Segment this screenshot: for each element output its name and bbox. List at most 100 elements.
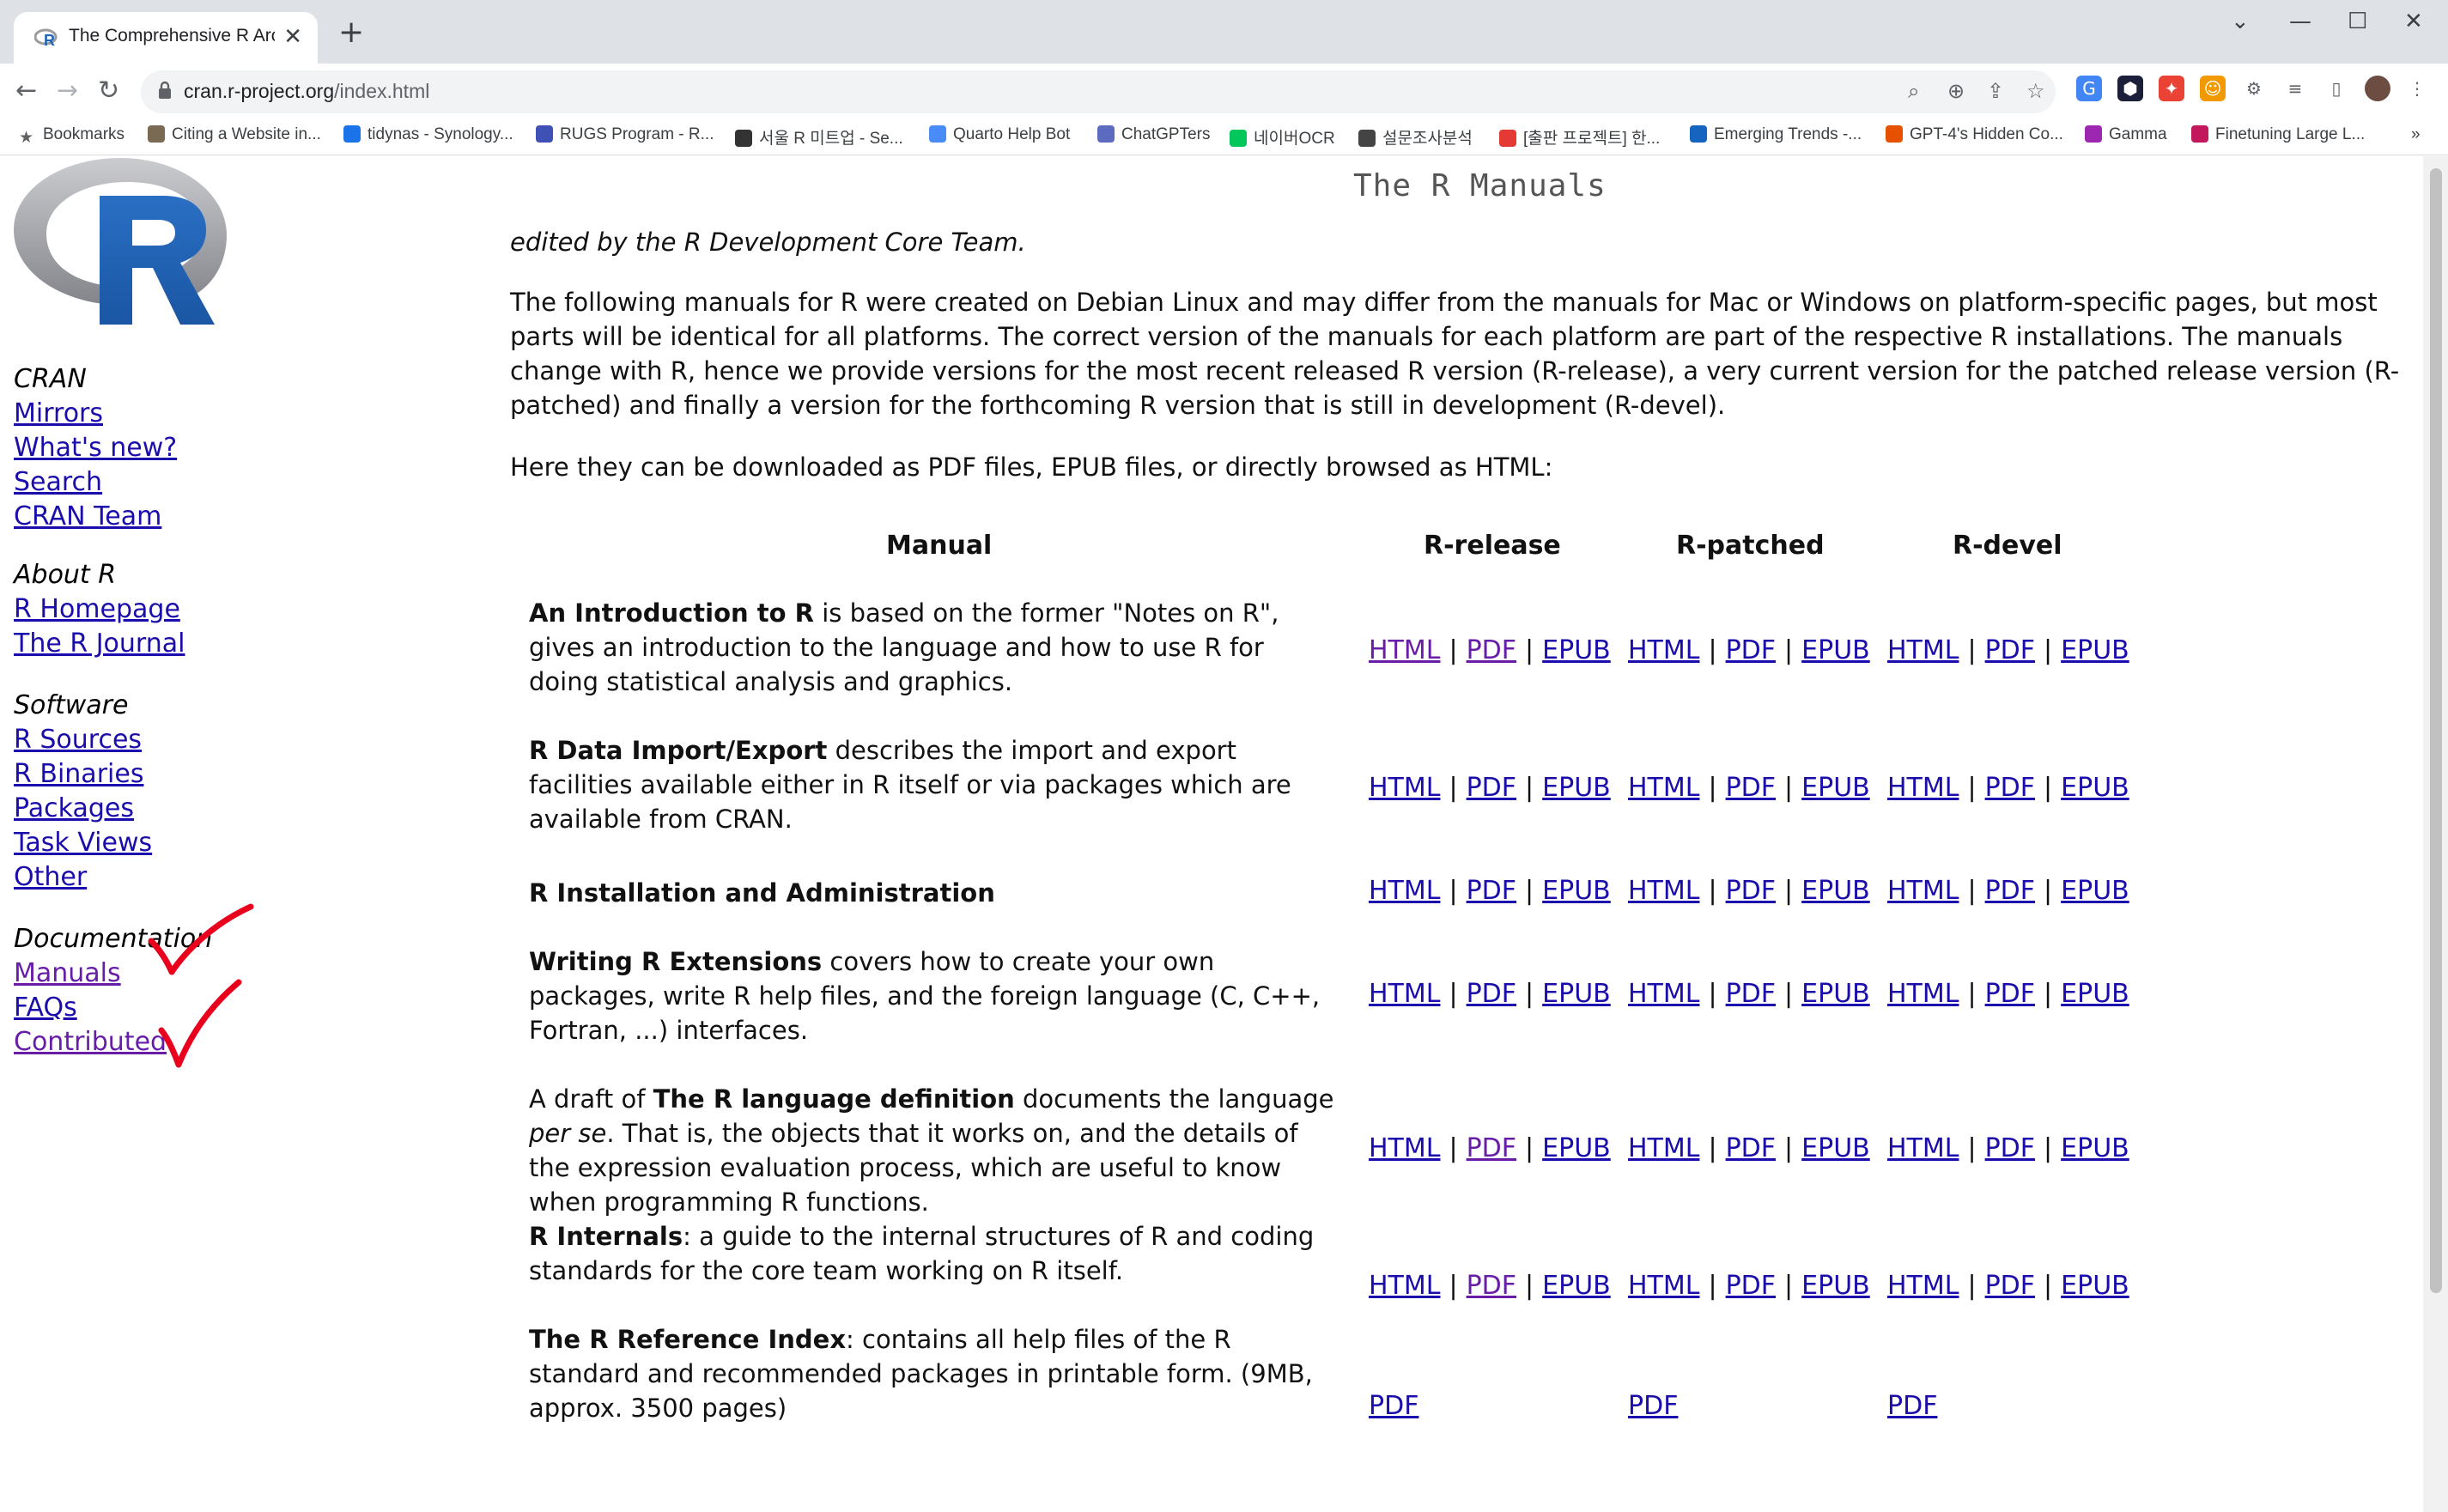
translate-extension-icon[interactable]: G bbox=[2076, 76, 2102, 101]
extension-icon[interactable]: ⬢ bbox=[2117, 76, 2143, 101]
sidebar-link-r-sources[interactable]: R Sources bbox=[14, 723, 152, 757]
epub-link[interactable]: EPUB bbox=[1542, 979, 1611, 1009]
reload-icon[interactable]: ↻ bbox=[98, 76, 119, 106]
bookmark-item[interactable]: GPT-4's Hidden Co... bbox=[1886, 125, 2063, 144]
epub-link[interactable]: EPUB bbox=[1801, 635, 1870, 665]
bookmark-item[interactable]: Finetuning Large L... bbox=[2191, 125, 2365, 144]
epub-link[interactable]: EPUB bbox=[1542, 1133, 1611, 1163]
bookmark-item[interactable]: Gamma bbox=[2085, 125, 2167, 144]
epub-link[interactable]: EPUB bbox=[2061, 1271, 2129, 1301]
close-tab-icon[interactable]: ✕ bbox=[283, 24, 302, 50]
active-tab[interactable]: R The Comprehensive R Archive N ✕ bbox=[14, 12, 318, 64]
epub-link[interactable]: EPUB bbox=[1801, 979, 1870, 1009]
epub-link[interactable]: EPUB bbox=[2061, 979, 2129, 1009]
sidebar-link-cran-team[interactable]: CRAN Team bbox=[14, 500, 177, 534]
bookmark-item[interactable]: [출판 프로젝트] 한... bbox=[1499, 125, 1660, 149]
html-link[interactable]: HTML bbox=[1887, 979, 1959, 1009]
pdf-link[interactable]: PDF bbox=[1726, 876, 1776, 906]
pdf-link[interactable]: PDF bbox=[1726, 979, 1776, 1009]
epub-link[interactable]: EPUB bbox=[1542, 773, 1611, 803]
html-link[interactable]: HTML bbox=[1628, 635, 1699, 665]
zoom-icon[interactable]: ⊕ bbox=[1947, 79, 1965, 103]
more-bookmarks-icon[interactable]: » bbox=[2411, 125, 2421, 144]
html-link[interactable]: HTML bbox=[1887, 876, 1959, 906]
html-link[interactable]: HTML bbox=[1369, 876, 1440, 906]
share-icon[interactable]: ⇪ bbox=[1987, 79, 2004, 103]
html-link[interactable]: HTML bbox=[1369, 1133, 1440, 1163]
epub-link[interactable]: EPUB bbox=[1801, 1271, 1870, 1301]
html-link[interactable]: HTML bbox=[1887, 635, 1959, 665]
sidebar-link-mirrors[interactable]: Mirrors bbox=[14, 397, 177, 431]
back-icon[interactable]: ← bbox=[15, 76, 37, 106]
pdf-link[interactable]: PDF bbox=[1985, 1271, 2035, 1301]
bookmark-item[interactable]: tidynas - Synology... bbox=[343, 125, 513, 144]
bookmarks-folder[interactable]: ★ Bookmarks bbox=[19, 125, 125, 147]
epub-link[interactable]: EPUB bbox=[2061, 876, 2129, 906]
reading-list-icon[interactable]: ≡ bbox=[2282, 76, 2308, 101]
pdf-link[interactable]: PDF bbox=[1887, 1391, 1937, 1421]
bookmark-item[interactable]: ChatGPTers bbox=[1097, 125, 1210, 144]
menu-icon[interactable]: ⋮ bbox=[2404, 76, 2430, 101]
close-window-icon[interactable]: ✕ bbox=[2404, 9, 2423, 34]
pdf-link[interactable]: PDF bbox=[1726, 773, 1776, 803]
search-icon[interactable]: ⌕ bbox=[1908, 79, 1919, 103]
pdf-link[interactable]: PDF bbox=[1726, 1271, 1776, 1301]
bookmark-item[interactable]: RUGS Program - R... bbox=[536, 125, 714, 144]
bookmark-item[interactable]: Quarto Help Bot bbox=[929, 125, 1070, 144]
pdf-link[interactable]: PDF bbox=[1467, 1133, 1516, 1163]
profile-avatar[interactable] bbox=[2365, 76, 2390, 101]
bookmark-item[interactable]: 서울 R 미트업 - Se... bbox=[735, 125, 903, 149]
url-text[interactable]: cran.r-project.org/index.html bbox=[184, 80, 429, 103]
pdf-link[interactable]: PDF bbox=[1985, 635, 2035, 665]
extensions-puzzle-icon[interactable]: ⚙ bbox=[2241, 76, 2267, 101]
pdf-link[interactable]: PDF bbox=[1985, 876, 2035, 906]
color-extension-icon[interactable]: ✦ bbox=[2159, 76, 2184, 101]
bookmark-item[interactable]: Citing a Website in... bbox=[148, 125, 321, 144]
sidebar-link-r-binaries[interactable]: R Binaries bbox=[14, 757, 152, 792]
sidebar-link-other[interactable]: Other bbox=[14, 860, 152, 895]
epub-link[interactable]: EPUB bbox=[1542, 1271, 1611, 1301]
pdf-link[interactable]: PDF bbox=[1467, 635, 1516, 665]
pdf-link[interactable]: PDF bbox=[1467, 979, 1516, 1009]
sidebar-link-what-s-new[interactable]: What's new? bbox=[14, 431, 177, 465]
scrollbar[interactable] bbox=[2423, 156, 2448, 1512]
minimize-icon[interactable]: — bbox=[2289, 9, 2311, 34]
pdf-link[interactable]: PDF bbox=[1985, 773, 2035, 803]
address-bar[interactable]: cran.r-project.org/index.html ⌕ ⊕ ⇪ ☆ bbox=[141, 70, 2056, 113]
side-panel-icon[interactable]: ▯ bbox=[2323, 76, 2349, 101]
epub-link[interactable]: EPUB bbox=[2061, 773, 2129, 803]
sidebar-link-search[interactable]: Search bbox=[14, 465, 177, 500]
epub-link[interactable]: EPUB bbox=[1801, 1133, 1870, 1163]
scrollbar-thumb[interactable] bbox=[2430, 168, 2442, 1293]
html-link[interactable]: HTML bbox=[1887, 1271, 1959, 1301]
html-link[interactable]: HTML bbox=[1369, 773, 1440, 803]
html-link[interactable]: HTML bbox=[1887, 773, 1959, 803]
html-link[interactable]: HTML bbox=[1628, 1271, 1699, 1301]
epub-link[interactable]: EPUB bbox=[1801, 773, 1870, 803]
bookmark-item[interactable]: Emerging Trends -... bbox=[1690, 125, 1862, 144]
html-link[interactable]: HTML bbox=[1628, 773, 1699, 803]
sidebar-link-packages[interactable]: Packages bbox=[14, 792, 152, 826]
maximize-icon[interactable]: ☐ bbox=[2348, 9, 2367, 34]
sidebar-link-the-r-journal[interactable]: The R Journal bbox=[14, 627, 185, 661]
epub-link[interactable]: EPUB bbox=[1542, 876, 1611, 906]
pdf-link[interactable]: PDF bbox=[1369, 1391, 1418, 1421]
epub-link[interactable]: EPUB bbox=[1542, 635, 1611, 665]
r-logo[interactable] bbox=[12, 156, 228, 328]
pdf-link[interactable]: PDF bbox=[1985, 979, 2035, 1009]
chat-extension-icon[interactable]: ☺ bbox=[2200, 76, 2226, 101]
tab-search-icon[interactable]: ⌄ bbox=[2231, 9, 2250, 34]
pdf-link[interactable]: PDF bbox=[1467, 773, 1516, 803]
forward-icon[interactable]: → bbox=[57, 76, 78, 106]
sidebar-link-r-homepage[interactable]: R Homepage bbox=[14, 592, 185, 627]
sidebar-link-task-views[interactable]: Task Views bbox=[14, 826, 152, 860]
new-tab-icon[interactable]: + bbox=[338, 15, 364, 50]
bookmark-item[interactable]: 설문조사분석 bbox=[1358, 125, 1473, 149]
epub-link[interactable]: EPUB bbox=[2061, 635, 2129, 665]
pdf-link[interactable]: PDF bbox=[1726, 635, 1776, 665]
bookmark-item[interactable]: 네이버OCR bbox=[1230, 125, 1335, 149]
html-link[interactable]: HTML bbox=[1887, 1133, 1959, 1163]
html-link[interactable]: HTML bbox=[1369, 979, 1440, 1009]
html-link[interactable]: HTML bbox=[1369, 1271, 1440, 1301]
html-link[interactable]: HTML bbox=[1628, 1133, 1699, 1163]
